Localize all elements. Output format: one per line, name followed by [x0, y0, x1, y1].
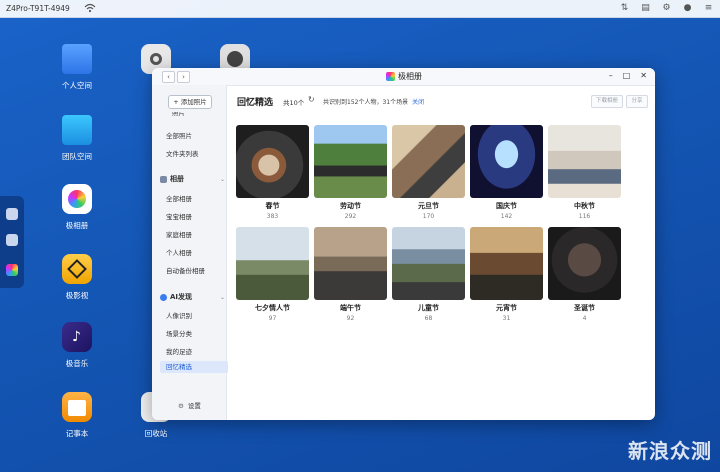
- music-app-icon: ♪: [62, 322, 92, 352]
- window-titlebar: ‹ › 极相册 – □ ✕: [152, 68, 655, 86]
- memory-card[interactable]: 春节 383: [236, 125, 309, 220]
- folder-icon: [62, 44, 92, 74]
- photos-app-icon: [62, 184, 92, 214]
- close-info-link[interactable]: 关闭: [412, 99, 424, 106]
- share-button[interactable]: 分享: [626, 95, 648, 108]
- album-icon: [160, 175, 167, 183]
- memories-count: 共10个: [283, 99, 305, 107]
- memory-card[interactable]: 劳动节 292: [314, 125, 387, 220]
- memory-card[interactable]: 端午节 92: [314, 227, 387, 322]
- sidebar-item-folders[interactable]: 文件夹列表: [166, 148, 199, 158]
- memory-thumbnail: [470, 227, 543, 300]
- team-folder-icon: [62, 115, 92, 145]
- device-name: Z4Pro-T91T-4949: [6, 4, 70, 13]
- desktop-icon-personal-space[interactable]: 个人空间: [47, 44, 107, 91]
- ai-icon: [160, 293, 167, 301]
- sidebar-group-albums[interactable]: 相册 ⌄: [160, 174, 225, 184]
- main-content: 回忆精选 共10个 ↻ 共识别到152个人物，31个场景 关闭 下载相册 分享 春…: [227, 85, 655, 420]
- photos-dock-icon[interactable]: [6, 264, 18, 276]
- memory-thumbnail: [392, 227, 465, 300]
- memory-thumbnail: [392, 125, 465, 198]
- notes-app-icon: [62, 392, 92, 422]
- photos-app-icon: [386, 72, 395, 81]
- memory-thumbnail: [236, 227, 309, 300]
- sidebar-item-all-albums[interactable]: 全部相册: [166, 193, 192, 203]
- sidebar-item-face-recognition[interactable]: 人像识别: [166, 310, 192, 320]
- memory-thumbnail: [236, 125, 309, 198]
- memory-card[interactable]: 元旦节 170: [392, 125, 465, 220]
- desktop-icon-video[interactable]: 极影视: [47, 254, 107, 301]
- sidebar-item-personal-album[interactable]: 个人相册: [166, 247, 192, 257]
- memory-thumbnail: [314, 227, 387, 300]
- top-status-bar: Z4Pro-T91T-4949 ⇅ ▤ ⚙ ● ≡: [0, 0, 720, 18]
- gear-icon: ⚙: [178, 402, 184, 410]
- maximize-button[interactable]: □: [623, 71, 631, 80]
- memory-card[interactable]: 圣诞节 4: [548, 227, 621, 322]
- sidebar: + 添加照片 照片 全部照片 文件夹列表 相册 ⌄ 全部相册 宝宝相册 家庭相册…: [152, 85, 228, 420]
- desktop-icon-notes[interactable]: 记事本: [47, 392, 107, 439]
- minimize-button[interactable]: –: [609, 71, 613, 80]
- settings-icon[interactable]: ⚙: [661, 3, 672, 14]
- refresh-icon[interactable]: ↻: [308, 95, 315, 104]
- back-button[interactable]: ‹: [162, 71, 175, 83]
- monitor-icon[interactable]: [6, 208, 18, 220]
- desktop-icon-team-space[interactable]: 团队空间: [47, 115, 107, 162]
- sidebar-item-memories[interactable]: 回忆精选: [160, 361, 228, 373]
- user-icon[interactable]: ●: [682, 3, 693, 14]
- page-title: 回忆精选: [237, 98, 274, 108]
- memory-card[interactable]: 国庆节 142: [470, 125, 543, 220]
- video-app-icon: [62, 254, 92, 284]
- desktop-icon-music[interactable]: ♪ 极音乐: [47, 322, 107, 369]
- photos-window: ‹ › 极相册 – □ ✕ + 添加照片 照片 全部照片 文件夹列表 相册 ⌄ …: [152, 68, 655, 420]
- sidebar-item-family-album[interactable]: 家庭相册: [166, 229, 192, 239]
- sidebar-item-baby-album[interactable]: 宝宝相册: [166, 211, 192, 221]
- memory-thumbnail: [548, 125, 621, 198]
- sidebar-group-ai[interactable]: AI发现 ⌄: [160, 292, 225, 302]
- forward-button[interactable]: ›: [177, 71, 190, 83]
- memory-card[interactable]: 元宵节 31: [470, 227, 543, 322]
- chevron-down-icon: ⌄: [220, 175, 226, 183]
- desktop-icon-photos[interactable]: 极相册: [47, 184, 107, 231]
- memory-thumbnail: [470, 125, 543, 198]
- memory-card[interactable]: 七夕情人节 97: [236, 227, 309, 322]
- watermark-logo: 新浪众测: [628, 439, 712, 463]
- settings-button[interactable]: ⚙ 设置: [178, 400, 201, 410]
- sidebar-item-scene-classification[interactable]: 场景分类: [166, 328, 192, 338]
- transfer-icon[interactable]: ⇅: [619, 3, 630, 14]
- memory-card[interactable]: 儿童节 68: [392, 227, 465, 322]
- recognition-info: 共识别到152个人物，31个场景 关闭: [323, 99, 425, 106]
- sidebar-item-my-footprints[interactable]: 我的足迹: [166, 346, 192, 356]
- memory-card[interactable]: 中秋节 116: [548, 125, 621, 220]
- memory-thumbnail: [548, 227, 621, 300]
- memory-thumbnail: [314, 125, 387, 198]
- wifi-icon: [84, 3, 96, 13]
- chevron-down-icon: ⌄: [220, 293, 226, 301]
- menu-icon[interactable]: ≡: [703, 3, 714, 14]
- window-title: 极相册: [386, 71, 422, 82]
- add-photos-button[interactable]: + 添加照片: [168, 95, 212, 109]
- close-button[interactable]: ✕: [640, 71, 647, 80]
- left-dock: [0, 196, 24, 288]
- download-album-button[interactable]: 下载相册: [591, 95, 623, 108]
- sidebar-item-auto-backup-album[interactable]: 自动备份相册: [166, 265, 205, 275]
- apps-grid-icon[interactable]: [6, 234, 18, 246]
- sidebar-section-photos: 照片: [172, 112, 185, 117]
- sidebar-item-all-photos[interactable]: 全部照片: [166, 130, 192, 140]
- notification-icon[interactable]: ▤: [640, 3, 651, 14]
